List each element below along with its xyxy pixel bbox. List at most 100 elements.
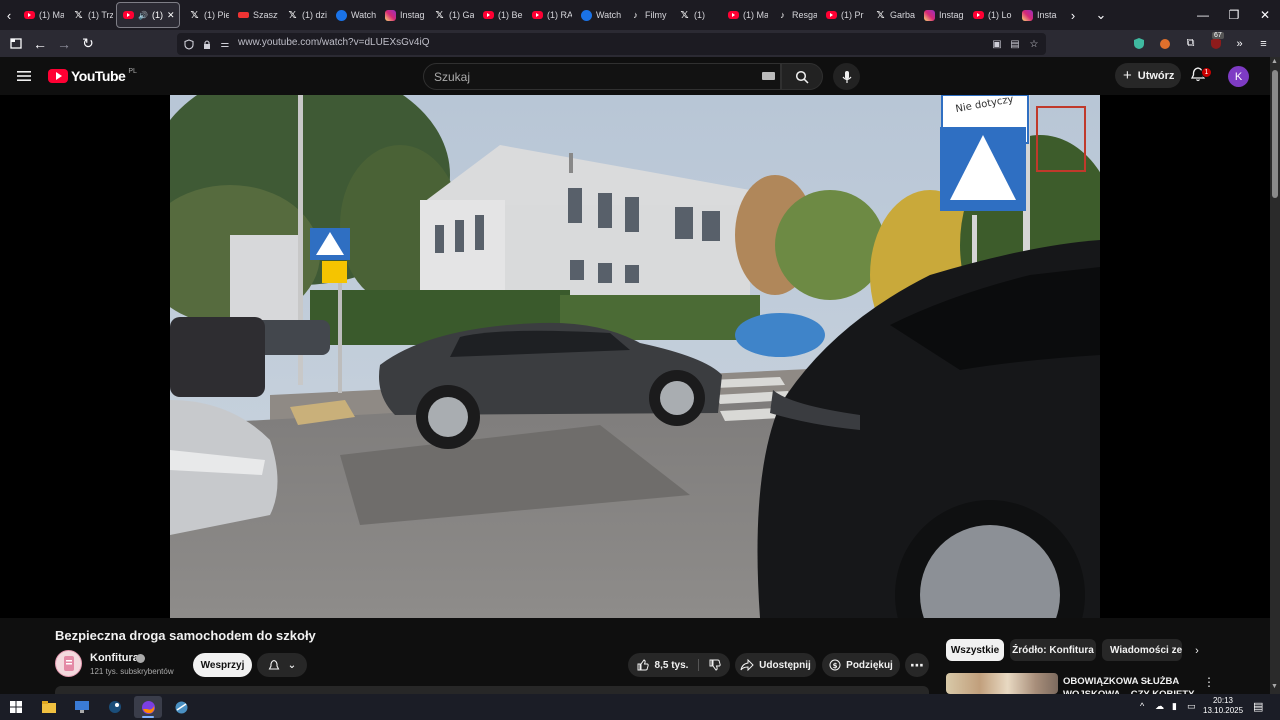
browser-tab[interactable]: ♪ Filmy	[624, 2, 670, 28]
reload-icon[interactable]: ↻	[76, 30, 100, 57]
account-avatar[interactable]: K	[1228, 66, 1249, 87]
steam-icon[interactable]	[101, 696, 129, 718]
browser-tab[interactable]: Instag	[918, 2, 964, 28]
subscriber-count: 121 tys. subskrybentów	[90, 667, 174, 676]
microphone-tray-icon[interactable]: ▮	[1172, 701, 1177, 712]
youtube-logo[interactable]: YouTube PL	[48, 68, 137, 84]
chip-all[interactable]: Wszystkie	[946, 639, 1004, 661]
tab-list-dropdown-icon[interactable]: ⌄	[1092, 0, 1110, 30]
browser-tab[interactable]: Watch	[575, 2, 621, 28]
description-box[interactable]	[55, 686, 929, 694]
join-button[interactable]: Wesprzyj	[193, 653, 252, 677]
video-frame[interactable]: Nie dotyczy	[170, 95, 1100, 618]
scroll-down-icon[interactable]: ▼	[1271, 683, 1278, 690]
country-code: PL	[128, 68, 137, 75]
browser-tab[interactable]: Insta	[1016, 2, 1062, 28]
tab-scroll-left-icon[interactable]: ‹	[0, 0, 18, 30]
browser-tab[interactable]: 🔊 (1) ✕	[116, 2, 180, 28]
browser-tab[interactable]: (1) Ma	[18, 2, 64, 28]
chip-news[interactable]: Wiadomości ze	[1102, 639, 1182, 661]
browser-tab[interactable]: Watch	[330, 2, 376, 28]
video-player[interactable]: Nie dotyczy	[0, 95, 1270, 618]
shield-icon[interactable]	[182, 37, 196, 51]
related-video-title[interactable]: OBOWIĄZKOWA SŁUŻBA WOJSKOWA – CZY KOBIET…	[1063, 675, 1203, 694]
tab-scroll-right-icon[interactable]: ›	[1064, 0, 1082, 30]
sidebar-toggle-icon[interactable]	[4, 30, 28, 57]
browser-tab[interactable]: 𝕏 (1)	[673, 2, 719, 28]
browser-tab[interactable]: ♪ Resga	[771, 2, 817, 28]
remote-desktop-icon[interactable]	[68, 696, 96, 718]
browser-nav-bar: ← → ↻ ⚌ www.youtube.com/watch?v=dLUEXsGv…	[0, 30, 1280, 57]
scroll-up-icon[interactable]: ▲	[1271, 58, 1278, 65]
like-button[interactable]: 8,5 tys.	[637, 659, 700, 671]
windows-start-icon[interactable]	[2, 696, 30, 718]
bookmark-star-icon[interactable]: ☆	[1027, 37, 1041, 51]
cloud-icon[interactable]: ☁	[1155, 701, 1164, 712]
browser-tab[interactable]: (1) Be	[477, 2, 523, 28]
lock-icon[interactable]	[200, 37, 214, 51]
create-button[interactable]: + Utwórz	[1115, 63, 1181, 88]
youtube-icon	[728, 11, 739, 19]
share-button[interactable]: Udostępnij	[735, 653, 816, 677]
picture-in-picture-icon[interactable]: ▣	[990, 37, 1004, 51]
browser-tab[interactable]: Instag	[379, 2, 425, 28]
thanks-button[interactable]: $ Podziękuj	[822, 653, 900, 677]
browser-tab[interactable]: 𝕏 (1) Trz	[67, 2, 113, 28]
back-icon[interactable]: ←	[28, 30, 52, 57]
browser-tab[interactable]: (1) RA	[526, 2, 572, 28]
minimize-icon[interactable]: —	[1187, 0, 1219, 30]
share-label: Udostępnij	[759, 659, 811, 671]
related-video-menu-icon[interactable]: ⋮	[1203, 675, 1215, 689]
guide-menu-icon[interactable]	[17, 69, 31, 87]
extensions-puzzle-icon[interactable]: ⧉	[1183, 36, 1198, 51]
chips-next-icon[interactable]: ›	[1188, 642, 1206, 660]
voice-search-button[interactable]	[833, 63, 860, 90]
tab-close-icon[interactable]: ✕	[167, 10, 175, 21]
restore-icon[interactable]: ❐	[1218, 0, 1250, 30]
app-icon[interactable]	[167, 696, 195, 718]
hamburger-menu-icon[interactable]: ≡	[1256, 36, 1271, 51]
file-explorer-icon[interactable]	[35, 696, 63, 718]
scroll-thumb[interactable]	[1272, 70, 1278, 198]
extension-fox-icon[interactable]	[1157, 36, 1172, 51]
tab-label: (1) dzi	[302, 10, 327, 20]
search-icon	[795, 70, 809, 84]
speaker-icon[interactable]: 🔊	[138, 11, 148, 20]
reader-view-icon[interactable]: ▤	[1008, 37, 1022, 51]
subscription-notifications-button[interactable]: ⌄	[257, 653, 307, 677]
browser-tab[interactable]: (1) Lo	[967, 2, 1013, 28]
url-bar[interactable]: ⚌ www.youtube.com/watch?v=dLUEXsGv4iQ ▣ …	[177, 33, 1046, 55]
extension-shield-icon[interactable]	[1131, 36, 1146, 51]
tab-label: Instag	[939, 10, 964, 20]
video-still-image: Nie dotyczy	[170, 95, 1100, 618]
browser-tab[interactable]: 𝕏 (1) Ga	[428, 2, 474, 28]
instagram-icon	[385, 9, 396, 21]
chip-source[interactable]: Źródło: Konfitura	[1010, 639, 1096, 661]
page-scrollbar[interactable]: ▲ ▼	[1270, 57, 1280, 694]
url-text[interactable]: www.youtube.com/watch?v=dLUEXsGv4iQ	[238, 37, 429, 48]
browser-tab[interactable]: 𝕏 Garba	[869, 2, 915, 28]
channel-avatar[interactable]	[55, 650, 82, 677]
notification-center-icon[interactable]: ▤	[1253, 700, 1263, 713]
search-button[interactable]	[781, 63, 823, 90]
search-input[interactable]: Szukaj	[423, 63, 781, 90]
browser-tab[interactable]: Szaszy	[232, 2, 278, 28]
browser-tab[interactable]: (1) Ma	[722, 2, 768, 28]
forward-icon[interactable]: →	[52, 30, 76, 57]
browser-tab[interactable]: 𝕏 (1) dzi	[281, 2, 327, 28]
related-video-thumbnail[interactable]	[946, 673, 1058, 694]
microphone-icon	[842, 70, 851, 83]
network-icon[interactable]: ▭	[1187, 701, 1196, 712]
permissions-icon[interactable]: ⚌	[218, 37, 232, 51]
more-actions-button[interactable]: ⋯	[905, 653, 929, 677]
clock[interactable]: 20:13 13.10.2025	[1203, 696, 1243, 716]
browser-tab[interactable]: 𝕏 (1) Pie	[183, 2, 229, 28]
browser-tab[interactable]: (1) Pr	[820, 2, 866, 28]
firefox-icon[interactable]	[134, 696, 162, 718]
dislike-button[interactable]	[699, 659, 722, 671]
keyboard-icon[interactable]	[762, 72, 775, 80]
close-window-icon[interactable]: ✕	[1249, 0, 1280, 30]
overflow-menu-icon[interactable]: »	[1232, 36, 1247, 51]
tray-overflow-icon[interactable]: ^	[1140, 701, 1144, 711]
channel-name[interactable]: Konfitura	[90, 652, 139, 664]
